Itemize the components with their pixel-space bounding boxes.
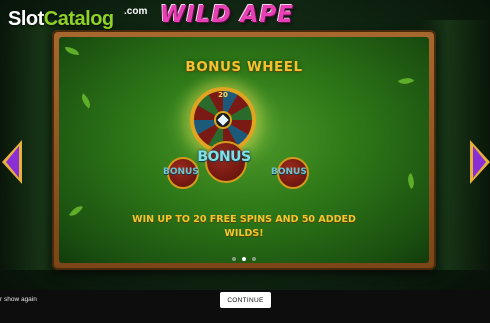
leaf-decoration — [78, 93, 94, 109]
logo-part-slot: Slot — [8, 8, 44, 30]
bonus-symbol-label: BONUS — [197, 149, 251, 165]
bonus-symbol-left-label: BONUS — [163, 167, 199, 177]
header-logos: SlotCatalog .com WILD APE — [0, 0, 490, 40]
bonus-symbol-right-label: BONUS — [271, 167, 307, 177]
logo-part-catalog: Catalog — [43, 8, 114, 30]
logo-tld: .com — [124, 6, 148, 17]
page-dot-1[interactable] — [232, 257, 236, 261]
prev-page-button[interactable] — [0, 136, 26, 188]
leaf-decoration — [69, 202, 83, 220]
dont-show-again-label[interactable]: r show again — [0, 296, 37, 303]
leaf-decoration — [65, 47, 79, 55]
page-dot-3[interactable] — [252, 257, 256, 261]
leaf-decoration — [397, 74, 415, 88]
chevron-right-icon — [470, 140, 490, 184]
info-panel-frame: BONUS WHEEL 20 BONUS BONUS BONUS WIN UP … — [52, 30, 436, 270]
panel-description: WIN UP TO 20 FREE SPINS AND 50 ADDED WIL… — [132, 214, 356, 239]
slotcatalog-logo: SlotCatalog — [8, 8, 114, 31]
page-dot-2[interactable] — [242, 257, 246, 261]
info-panel: BONUS WHEEL 20 BONUS BONUS BONUS WIN UP … — [59, 37, 429, 263]
game-logo: WILD APE — [160, 2, 295, 28]
chevron-left-icon — [2, 140, 22, 184]
leaf-decoration — [404, 172, 418, 190]
page-indicator — [59, 257, 429, 261]
next-page-button[interactable] — [466, 136, 490, 188]
wheel-top-value: 20 — [218, 91, 228, 99]
continue-button[interactable]: CONTINUE — [220, 292, 271, 308]
